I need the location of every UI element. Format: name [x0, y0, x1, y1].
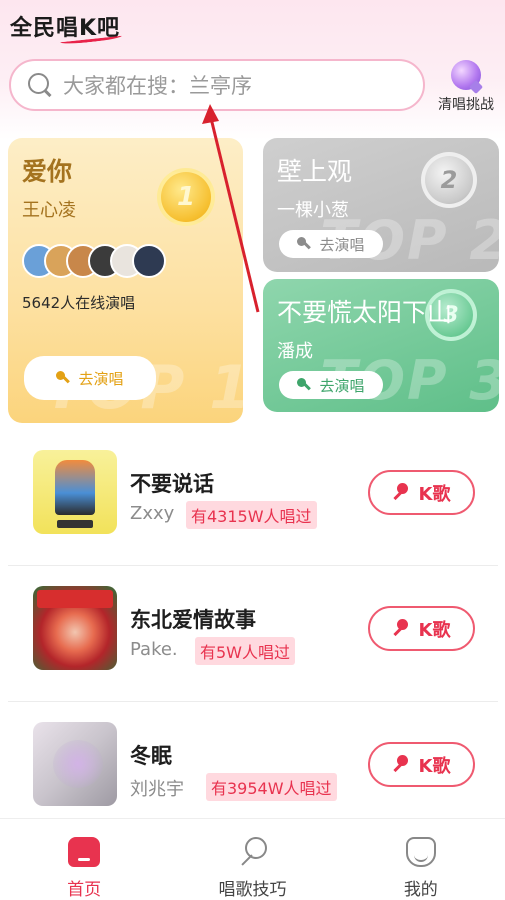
- list-item[interactable]: 东北爱情故事 Pake. 有5W人唱过 K歌: [8, 566, 498, 702]
- microphone-icon: [297, 378, 311, 392]
- search-bar[interactable]: 大家都在搜：兰亭序: [9, 59, 425, 111]
- profile-icon: [405, 837, 436, 867]
- microphone-icon: [393, 482, 409, 503]
- album-cover: [33, 722, 117, 806]
- online-singer-avatars: [22, 244, 229, 278]
- microphone-icon: [393, 618, 409, 639]
- top2-song-title: 壁上观: [277, 157, 353, 186]
- tab-me[interactable]: 我的: [337, 819, 505, 900]
- tab-me-label: 我的: [403, 880, 438, 900]
- search-icon: [27, 72, 53, 98]
- song-artist: 刘兆宇: [130, 779, 184, 800]
- microphone-icon: [393, 754, 409, 775]
- karaoke-button[interactable]: K歌: [368, 606, 475, 651]
- tab-home-label: 首页: [67, 880, 102, 900]
- song-title: 冬眠: [130, 744, 172, 768]
- karaoke-button-label: K歌: [418, 483, 451, 505]
- karaoke-button-label: K歌: [418, 755, 451, 777]
- sung-count-badge: 有3954W人唱过: [206, 773, 337, 801]
- sung-count-badge: 有5W人唱过: [195, 637, 296, 665]
- top3-song-card[interactable]: TOP 3 3 不要慌太阳下山 潘成 去演唱: [263, 279, 499, 412]
- microphone-icon: [237, 837, 268, 867]
- karaoke-button[interactable]: K歌: [368, 470, 475, 515]
- online-singers-count: 5642人在线演唱: [22, 294, 136, 312]
- top3-sing-button[interactable]: 去演唱: [279, 371, 383, 399]
- top1-song-title: 爱你: [22, 157, 73, 186]
- top2-song-card[interactable]: TOP 2 2 壁上观 一棵小葱 去演唱: [263, 138, 499, 272]
- microphone-icon: [56, 371, 70, 385]
- microphone-icon: [297, 237, 311, 251]
- album-cover: [33, 586, 117, 670]
- list-item[interactable]: 不要说话 Zxxy 有4315W人唱过 K歌: [8, 430, 498, 566]
- top3-artist: 潘成: [277, 341, 313, 362]
- song-list: 不要说话 Zxxy 有4315W人唱过 K歌 东北爱情故事 Pake. 有5W人…: [8, 430, 498, 838]
- song-title: 东北爱情故事: [130, 608, 256, 632]
- purple-orb-icon: [451, 60, 481, 90]
- avatar: [132, 244, 166, 278]
- sing-button-label: 去演唱: [78, 369, 124, 388]
- sing-button-label: 去演唱: [319, 376, 365, 395]
- album-cover: [33, 450, 117, 534]
- acappella-challenge-label: 清唱挑战: [438, 97, 494, 113]
- bottom-tab-bar: 首页 唱歌技巧 我的: [0, 818, 505, 900]
- top3-song-title: 不要慌太阳下山: [277, 298, 453, 327]
- top2-artist: 一棵小葱: [277, 200, 349, 221]
- acappella-challenge-button[interactable]: 清唱挑战: [430, 58, 502, 114]
- karaoke-button[interactable]: K歌: [368, 742, 475, 787]
- home-icon: [68, 837, 101, 867]
- top1-sing-button[interactable]: 去演唱: [24, 356, 156, 400]
- song-artist: Pake.: [130, 639, 178, 660]
- search-placeholder: 大家都在搜：兰亭序: [63, 74, 252, 98]
- song-title: 不要说话: [130, 472, 214, 496]
- sing-button-label: 去演唱: [319, 235, 365, 254]
- karaoke-button-label: K歌: [418, 619, 451, 641]
- sung-count-badge: 有4315W人唱过: [186, 501, 317, 529]
- tab-home[interactable]: 首页: [0, 819, 168, 900]
- top1-song-card[interactable]: TOP 1 1 爱你 王心凌 5642人在线演唱 去演唱: [8, 138, 243, 423]
- tab-singing-tips[interactable]: 唱歌技巧: [168, 819, 336, 900]
- top2-sing-button[interactable]: 去演唱: [279, 230, 383, 258]
- song-artist: Zxxy: [130, 503, 175, 524]
- top1-artist: 王心凌: [22, 200, 76, 221]
- tab-singing-tips-label: 唱歌技巧: [218, 880, 287, 900]
